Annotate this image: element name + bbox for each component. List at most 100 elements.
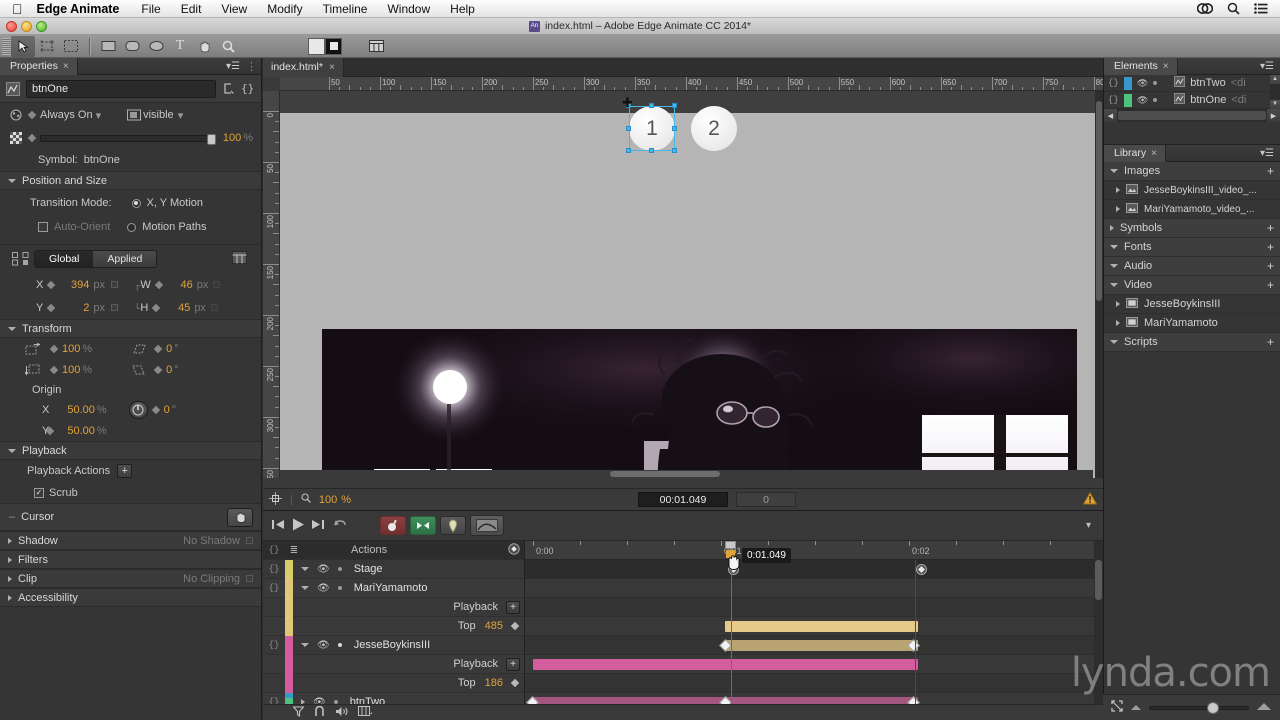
element-name-input[interactable]: btnOne: [26, 79, 216, 98]
grid-icon[interactable]: [358, 706, 372, 719]
timeline-row-jesseboykinsiii[interactable]: {} 👁 JesseBoykinsIII: [263, 636, 524, 655]
section-cursor[interactable]: – Cursor: [0, 503, 261, 531]
menu-modify[interactable]: Modify: [257, 2, 312, 16]
x-lock-toggle[interactable]: [110, 281, 118, 288]
chevron-right-icon[interactable]: [1116, 301, 1120, 307]
radio-motion-paths[interactable]: [127, 222, 137, 232]
add-playback-keyframe-button[interactable]: +: [506, 600, 520, 614]
add-action-keyframe-icon[interactable]: [508, 542, 520, 558]
canvas-hscrollbar[interactable]: [280, 470, 1093, 478]
timeline-row-value[interactable]: 485: [485, 620, 503, 632]
h-value[interactable]: 45: [164, 302, 190, 314]
minimize-button[interactable]: [21, 21, 32, 32]
close-icon[interactable]: ×: [1151, 148, 1157, 159]
add-font-button[interactable]: +: [1267, 240, 1274, 254]
panel-menu-icon[interactable]: ▾☰: [1260, 148, 1280, 159]
scale-y-value[interactable]: 100: [62, 364, 80, 376]
menu-timeline[interactable]: Timeline: [313, 2, 378, 16]
timeline-row-stage[interactable]: {} 👁 Stage: [263, 560, 524, 579]
tab-elements[interactable]: Elements ×: [1104, 57, 1178, 75]
class-icon[interactable]: [222, 82, 235, 95]
section-clip[interactable]: Clip No Clipping: [0, 569, 261, 588]
search-icon[interactable]: [1227, 2, 1240, 15]
library-group-images[interactable]: Images +: [1104, 162, 1280, 181]
timeline-row-mari-top[interactable]: Top 485: [263, 617, 524, 636]
elements-vscrollbar[interactable]: ▲ ▼: [1270, 75, 1280, 109]
top-tween-bar[interactable]: [725, 640, 918, 651]
maximize-button[interactable]: [36, 21, 47, 32]
skew-x-value[interactable]: 0: [166, 343, 172, 355]
menu-help[interactable]: Help: [440, 2, 485, 16]
tab-library[interactable]: Library ×: [1104, 144, 1166, 162]
warning-icon[interactable]: [1082, 491, 1098, 508]
origin-x-value[interactable]: 50.00: [67, 404, 95, 416]
opacity-slider[interactable]: [40, 133, 216, 145]
visibility-value[interactable]: visible: [143, 109, 174, 121]
record-icon[interactable]: [380, 516, 406, 535]
window-controls[interactable]: [6, 21, 47, 32]
add-playback-action-button[interactable]: +: [117, 464, 133, 478]
global-option[interactable]: Global: [35, 251, 94, 267]
chevron-right-icon[interactable]: [1116, 320, 1120, 326]
w-keyframe-toggle[interactable]: [154, 280, 163, 289]
elements-hscrollbar[interactable]: ◀ ▶: [1104, 109, 1280, 122]
resize-handle-ne[interactable]: [672, 103, 677, 108]
top-keyframe-toggle[interactable]: [510, 678, 520, 688]
h-lock-toggle[interactable]: [210, 304, 218, 311]
y-lock-toggle[interactable]: [110, 304, 118, 311]
fit-timeline-icon[interactable]: [1111, 700, 1123, 715]
playback-bar[interactable]: [725, 621, 918, 632]
actions-icon[interactable]: {}: [263, 545, 285, 555]
close-icon[interactable]: ×: [1163, 61, 1169, 72]
easing-icon[interactable]: [410, 516, 436, 535]
undo-icon[interactable]: [332, 518, 346, 534]
element-row-btnOne[interactable]: {} 👁 btnOne <di: [1104, 92, 1280, 109]
lane-actions[interactable]: [525, 560, 1103, 579]
skew-x-keyframe-toggle[interactable]: [153, 344, 163, 353]
origin-y-value[interactable]: 50.00: [67, 425, 95, 437]
actions-icon[interactable]: {}: [1108, 78, 1119, 88]
zoom-in-icon[interactable]: [1256, 702, 1272, 714]
lock-dot-icon[interactable]: [1153, 98, 1158, 102]
chevron-down-icon[interactable]: [301, 567, 309, 571]
zoom-out-icon[interactable]: [1130, 702, 1142, 714]
scroll-down-arrow[interactable]: ▼: [1270, 100, 1280, 109]
resize-handle-se[interactable]: [672, 148, 677, 153]
scroll-left-arrow[interactable]: ◀: [1104, 109, 1117, 122]
clip-tool[interactable]: [59, 36, 83, 57]
stage-surface[interactable]: 1 ✚ 2: [280, 96, 1103, 478]
library-group-scripts[interactable]: Scripts +: [1104, 333, 1280, 352]
filter-icon[interactable]: [292, 705, 305, 720]
selection-tool[interactable]: [11, 35, 35, 57]
cursor-preview-button[interactable]: [227, 507, 253, 527]
layout-icon[interactable]: [364, 36, 388, 57]
rotate-keyframe-toggle[interactable]: [151, 405, 160, 414]
chevron-down-icon[interactable]: [301, 586, 309, 590]
resize-handle-sw[interactable]: [626, 148, 631, 153]
scale-x-keyframe-toggle[interactable]: [49, 344, 59, 353]
scale-y-keyframe-toggle[interactable]: [49, 365, 59, 374]
top-keyframe-toggle[interactable]: [510, 621, 520, 631]
playback-bar[interactable]: [533, 659, 918, 670]
library-item-image-2[interactable]: MariYamamoto_video_...: [1104, 200, 1280, 219]
resize-handle-e[interactable]: [672, 126, 677, 131]
lock-dot-icon[interactable]: [337, 586, 342, 590]
menu-window[interactable]: Window: [377, 2, 440, 16]
lock-dot-icon[interactable]: [337, 643, 342, 647]
y-keyframe-toggle[interactable]: [47, 303, 56, 312]
lock-dot-icon[interactable]: [1153, 81, 1158, 85]
actions-icon[interactable]: {}: [263, 564, 285, 574]
stroke-color-swatch[interactable]: [325, 37, 342, 55]
section-transform[interactable]: Transform: [0, 319, 261, 338]
stage-button-two[interactable]: 2: [691, 106, 737, 151]
timeline-row-jesse-playback[interactable]: Playback +: [263, 655, 524, 674]
close-icon[interactable]: ×: [63, 61, 69, 72]
w-lock-toggle[interactable]: [213, 281, 221, 288]
library-group-fonts[interactable]: Fonts +: [1104, 238, 1280, 257]
h-keyframe-toggle[interactable]: [152, 303, 161, 312]
collapse-all-icon[interactable]: ≣: [285, 545, 303, 556]
lane-mari-playback[interactable]: [525, 617, 1103, 636]
chevron-down-icon[interactable]: [301, 643, 309, 647]
pin-icon[interactable]: [440, 516, 466, 535]
eye-icon[interactable]: 👁: [1137, 95, 1148, 106]
